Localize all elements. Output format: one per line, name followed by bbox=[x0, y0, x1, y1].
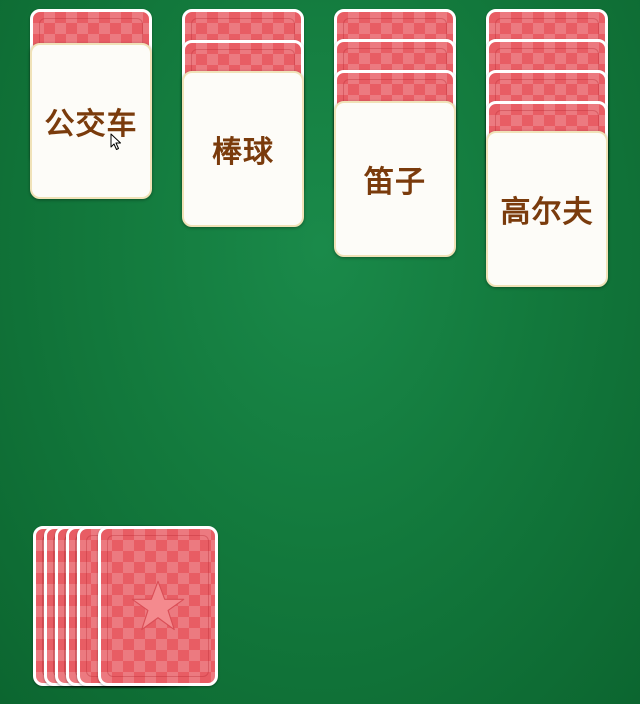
tableau-pile-2: 棒球 bbox=[182, 9, 304, 231]
star-icon bbox=[131, 580, 185, 631]
stock-top-card[interactable] bbox=[98, 526, 218, 686]
face-up-card[interactable]: 棒球 bbox=[182, 71, 304, 227]
face-up-card[interactable]: 公交车 bbox=[30, 43, 152, 199]
game-board: 公交车 棒球 笛子 高尔夫 bbox=[0, 0, 640, 704]
card-word: 笛子 bbox=[364, 165, 426, 200]
tableau-pile-3: 笛子 bbox=[334, 9, 456, 261]
card-word: 公交车 bbox=[44, 107, 138, 142]
tableau-pile-4: 高尔夫 bbox=[486, 9, 608, 292]
face-up-card[interactable]: 高尔夫 bbox=[486, 131, 608, 287]
card-word: 棒球 bbox=[212, 135, 274, 170]
tableau-pile-1: 公交车 bbox=[30, 9, 152, 201]
stock-pile[interactable] bbox=[33, 526, 223, 688]
mouse-cursor-icon bbox=[110, 133, 121, 150]
card-word: 高尔夫 bbox=[500, 195, 594, 230]
face-up-card[interactable]: 笛子 bbox=[334, 101, 456, 257]
